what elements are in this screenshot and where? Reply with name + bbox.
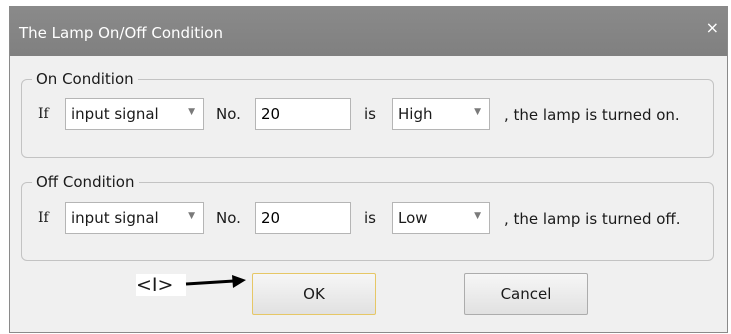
off-no-label: No.: [216, 209, 241, 227]
lamp-condition-dialog: The Lamp On/Off Condition × On Condition…: [9, 6, 728, 333]
off-suffix-text: , the lamp is turned off.: [504, 210, 681, 228]
off-source-value: input signal: [71, 209, 159, 227]
off-state-select[interactable]: Low ▼: [392, 202, 490, 234]
chevron-down-icon: ▼: [188, 211, 195, 221]
off-condition-legend: Off Condition: [32, 172, 139, 192]
on-state-select[interactable]: High ▼: [392, 98, 490, 130]
on-state-value: High: [398, 105, 433, 123]
chevron-down-icon: ▼: [474, 107, 481, 117]
cancel-button[interactable]: Cancel: [464, 273, 588, 315]
on-suffix-text: , the lamp is turned on.: [504, 106, 680, 124]
on-number-input[interactable]: [255, 98, 351, 130]
ok-button[interactable]: OK: [252, 273, 376, 315]
close-icon[interactable]: ×: [706, 20, 719, 36]
annotation-marker-label: <I>: [136, 274, 186, 296]
on-source-value: input signal: [71, 105, 159, 123]
off-source-select[interactable]: input signal ▼: [65, 202, 204, 234]
dialog-title: The Lamp On/Off Condition: [19, 24, 223, 42]
off-if-label: If: [38, 210, 49, 226]
title-bar[interactable]: The Lamp On/Off Condition ×: [10, 7, 727, 56]
on-source-select[interactable]: input signal ▼: [65, 98, 204, 130]
on-condition-legend: On Condition: [32, 69, 138, 89]
on-is-label: is: [364, 105, 376, 123]
on-no-label: No.: [216, 105, 241, 123]
arrow-right-icon: [185, 275, 246, 288]
chevron-down-icon: ▼: [188, 107, 195, 117]
off-state-value: Low: [398, 209, 428, 227]
on-if-label: If: [38, 106, 49, 122]
chevron-down-icon: ▼: [474, 211, 481, 221]
off-number-input[interactable]: [255, 202, 351, 234]
off-is-label: is: [364, 209, 376, 227]
